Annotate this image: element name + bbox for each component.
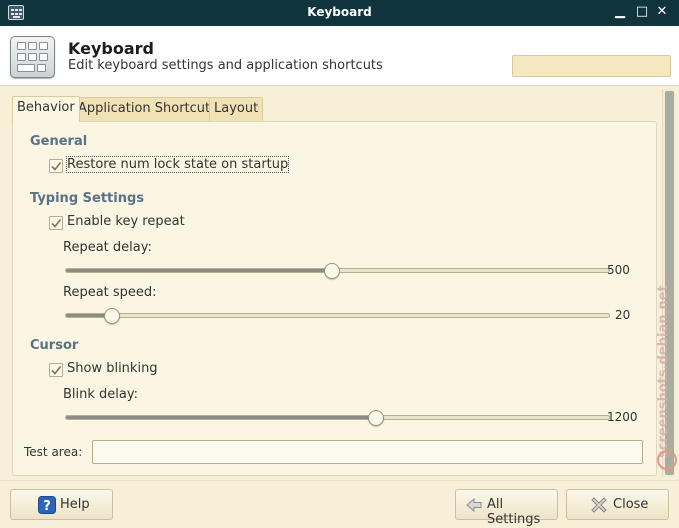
repeat-speed-value: 20 (615, 308, 631, 322)
watermark-text: screenshots.debian.net (656, 285, 671, 458)
key-repeat-checkbox[interactable] (49, 216, 63, 230)
page-title: Keyboard (68, 39, 154, 58)
tab-layout[interactable]: Layout (209, 97, 264, 121)
close-button[interactable]: Close (566, 489, 669, 520)
blink-delay-value: 1200 (607, 410, 638, 424)
tab-behavior[interactable]: Behavior (12, 96, 80, 122)
behavior-panel: General Restore num lock state on startu… (12, 121, 657, 476)
repeat-speed-slider[interactable] (65, 313, 610, 318)
test-area-label: Test area: (24, 445, 83, 459)
close-icon (591, 497, 607, 513)
close-window-button[interactable]: ✕ (653, 3, 671, 21)
debian-logo-icon (657, 450, 677, 470)
tab-application-shortcuts[interactable]: Application Shortcuts (73, 97, 222, 121)
all-settings-button[interactable]: All Settings (455, 489, 558, 527)
keyboard-icon (10, 36, 55, 78)
slider-fill (66, 416, 376, 419)
blink-delay-slider[interactable] (65, 415, 610, 420)
show-blinking-label[interactable]: Show blinking (67, 361, 158, 376)
page-subtitle: Edit keyboard settings and application s… (68, 58, 383, 73)
key-repeat-label[interactable]: Enable key repeat (67, 214, 185, 229)
content-area: Behavior Application Shortcuts Layout Ge… (0, 86, 679, 480)
checkmark-icon (51, 366, 62, 375)
svg-text:?: ? (43, 499, 51, 514)
title-bar: Keyboard ▁ □ ✕ (0, 0, 679, 26)
show-blinking-checkbox[interactable] (49, 363, 63, 377)
numlock-label[interactable]: Restore num lock state on startup (65, 156, 290, 173)
repeat-speed-label: Repeat speed: (63, 285, 157, 300)
checkmark-icon (51, 162, 62, 171)
repeat-delay-handle[interactable] (324, 263, 341, 279)
help-icon: ? (38, 496, 56, 514)
dialog-header: Keyboard Edit keyboard settings and appl… (0, 26, 679, 86)
back-arrow-icon (466, 497, 482, 513)
blink-delay-handle[interactable] (367, 410, 384, 426)
test-area-input[interactable] (92, 440, 643, 464)
minimize-button[interactable]: ▁ (611, 3, 629, 21)
cursor-heading: Cursor (30, 338, 79, 353)
button-bar: ? Help All Settings Close (0, 480, 679, 528)
numlock-checkbox[interactable] (49, 159, 63, 173)
repeat-delay-label: Repeat delay: (63, 240, 152, 255)
window-title: Keyboard (307, 5, 372, 19)
repeat-delay-value: 500 (607, 263, 630, 277)
watermark: screenshots.debian.net (656, 236, 678, 476)
repeat-speed-handle[interactable] (104, 308, 121, 324)
maximize-button[interactable]: □ (633, 3, 651, 21)
checkmark-icon (51, 219, 62, 228)
blink-delay-label: Blink delay: (63, 387, 138, 402)
search-input[interactable] (512, 55, 671, 77)
general-heading: General (30, 134, 88, 149)
slider-fill (66, 269, 333, 272)
typing-settings-heading: Typing Settings (30, 191, 145, 206)
help-button[interactable]: ? Help (10, 489, 113, 520)
